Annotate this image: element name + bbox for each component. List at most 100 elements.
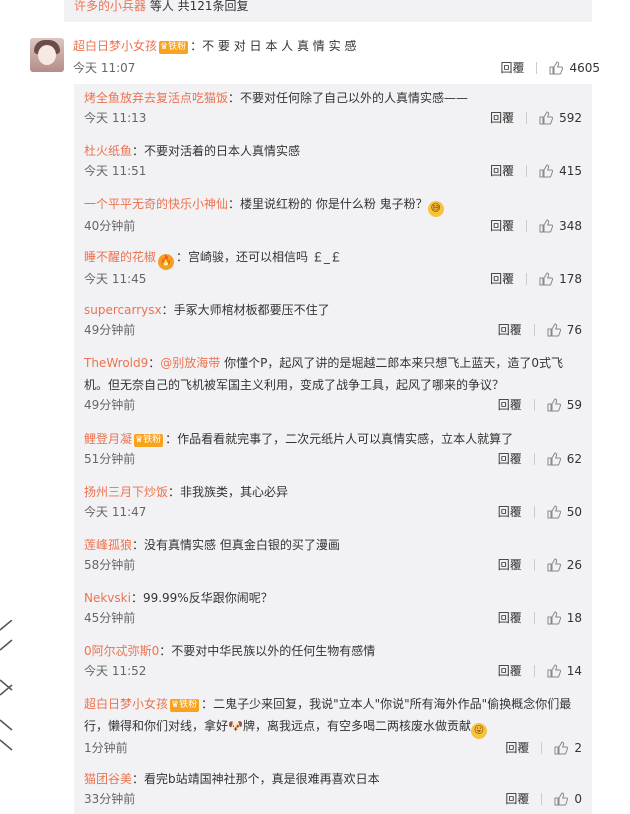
reply-item: 鲤登月凝 ♛铁粉 ：作品看看就完事了，二次元纸片人可以真情实感，立本人就算了 51分… [84,428,582,470]
reply-text: ：二鬼子少来回复，我说"立本人"你说"所有海外作品"偷换概念你们最 [201,697,572,711]
thumbs-up-icon[interactable] [547,557,561,572]
thumbs-up-icon[interactable] [547,397,561,412]
reply-username[interactable]: Nekvski [84,591,131,605]
action-divider [533,505,535,518]
comment-actions: 回覆 4605 [500,59,600,76]
reply-time: 49分钟前 [84,398,136,412]
reply-username[interactable]: 莲峰孤狼 [84,538,132,552]
reply-time: 1分钟前 [84,741,128,755]
more-replies-link[interactable]: 许多的小兵器 [74,0,146,13]
reply-button[interactable]: 回覆 [490,270,514,287]
like-count: 178 [559,271,582,286]
reply-actions: 回覆 0 [505,790,582,807]
reply-actions: 回覆 348 [490,217,582,234]
reply-button[interactable]: 回覆 [490,217,514,234]
reply-button[interactable]: 回覆 [505,739,529,756]
reply-button[interactable]: 回覆 [500,59,524,76]
reply-username[interactable]: 猫团谷美 [84,772,132,786]
reply-button[interactable]: 回覆 [490,162,514,179]
reply-list: 烤全鱼放弃去复活点吃猫饭：不要对任何除了自己以外的人真情实感—— 今天 11:1… [74,84,592,814]
reply-text: ：楼里说红粉的 你是什么粉 鬼子粉？ [228,197,428,211]
thumbs-up-icon[interactable] [539,163,554,178]
reply-username[interactable]: 睡不醒的花椒 [84,250,156,264]
reply-button[interactable]: 回覆 [498,450,522,467]
like-count: 4605 [569,60,600,75]
action-divider [541,741,543,754]
reply-text: ：不要对中华民族以外的任何生物有感情 [159,644,376,658]
reply-username[interactable]: 杜火纸鱼 [84,144,132,158]
reply-text-continued: 行，懒得和你们对线，拿好🐶牌，离我远点，有空多喝二两核废水做贡献 [84,719,471,733]
reply-button[interactable]: 回覆 [490,109,514,126]
reply-username[interactable]: supercarrysx [84,303,162,317]
reply-text: ：不要对活着的日本人真情实感 [132,144,301,158]
reply-item: 超白日梦小女孩 ♛铁粉 ：二鬼子少来回复，我说"立本人"你说"所有海外作品"偷换概念… [84,693,582,759]
thumbs-up-icon[interactable] [539,110,554,125]
action-divider [526,111,528,124]
reply-username[interactable]: 鲤登月凝 [84,432,132,446]
reply-button[interactable]: 回覆 [498,503,522,520]
reply-item: 0阿尔忒弥斯0：不要对中华民族以外的任何生物有感情 今天 11:52 回覆 14 [84,640,582,682]
thumbs-up-icon[interactable] [539,218,554,233]
fan-badge: ♛铁粉 [134,434,164,447]
reply-text: ：99.99%反华跟你闹呢？ [130,591,273,605]
action-divider [536,61,538,74]
like-count: 26 [566,557,582,572]
main-comment: 超白日梦小女孩 ♛铁粉 ：不 要 对 日 本 人 真 情 实 感 今天 11:07 … [30,34,600,84]
mention-link[interactable]: @别放海带 [160,356,220,370]
thumbs-up-icon[interactable] [547,322,561,337]
reply-time: 今天 11:13 [84,111,147,125]
more-replies-count: 等人 共121条回复 [146,0,249,13]
reply-text: ：宫崎骏，还可以相信吗 ￡_￡ [176,250,342,264]
like-count: 59 [566,397,582,412]
decorative-stripes [0,620,13,751]
reply-item: 扬州三月下炒饭：非我族类，其心必异 今天 11:47 回覆 50 [84,481,582,523]
reply-button[interactable]: 回覆 [498,609,522,626]
thumbs-up-icon[interactable] [549,60,564,75]
thumbs-up-icon[interactable] [547,663,561,678]
action-divider [541,792,543,805]
reply-actions: 回覆 50 [498,503,582,520]
reply-button[interactable]: 回覆 [498,321,522,338]
reply-username[interactable]: 超白日梦小女孩 [84,697,168,711]
reply-item: 睡不醒的花椒 🔥 ：宫崎骏，还可以相信吗 ￡_￡ 今天 11:45 回覆 178 [84,246,582,290]
crown-icon: ♛ [135,435,144,445]
like-count: 76 [566,322,582,337]
comment-time: 今天 11:07 [73,61,136,75]
thumbs-up-icon[interactable] [539,271,554,286]
reply-button[interactable]: 回覆 [498,662,522,679]
reply-item: 烤全鱼放弃去复活点吃猫饭：不要对任何除了自己以外的人真情实感—— 今天 11:1… [84,87,582,129]
like-count: 62 [566,451,582,466]
like-count: 18 [566,610,582,625]
thumbs-up-icon[interactable] [554,791,569,806]
reply-button[interactable]: 回覆 [498,556,522,573]
action-divider [533,452,535,465]
reply-username[interactable]: 烤全鱼放弃去复活点吃猫饭 [84,91,228,105]
thumbs-up-icon[interactable] [547,610,561,625]
reply-button[interactable]: 回覆 [498,396,522,413]
like-count: 592 [559,110,582,125]
avatar[interactable] [30,38,64,72]
thumbs-up-icon[interactable] [547,451,561,466]
reply-username[interactable]: TheWrold9 [84,356,148,370]
reply-item: supercarrysx：手冢大师棺材板都要压不住了 49分钟前 回覆 76 [84,299,582,341]
thumbs-up-icon[interactable] [547,504,561,519]
fan-badge: ♛铁粉 [170,699,200,712]
reply-button[interactable]: 回覆 [505,790,529,807]
mention-separator: ： [148,356,161,370]
fire-emoji-icon: 🔥 [158,254,175,270]
crown-icon: ♛ [171,700,180,710]
thumbs-up-icon[interactable] [554,740,569,755]
reply-time: 58分钟前 [84,558,136,572]
reply-actions: 回覆 178 [490,270,582,287]
reply-actions: 回覆 2 [505,739,582,756]
comment-username[interactable]: 超白日梦小女孩 [73,39,157,53]
reply-username[interactable]: 0阿尔忒弥斯0 [84,644,159,658]
reply-actions: 回覆 62 [498,450,582,467]
reply-username[interactable]: 扬州三月下炒饭 [84,485,168,499]
reply-time: 33分钟前 [84,792,136,806]
reply-username[interactable]: 一个平平无奇的快乐小神仙 [84,197,228,211]
reply-actions: 回覆 592 [490,109,582,126]
like-count: 2 [574,740,582,755]
reply-time: 49分钟前 [84,323,136,337]
action-divider [526,272,528,285]
